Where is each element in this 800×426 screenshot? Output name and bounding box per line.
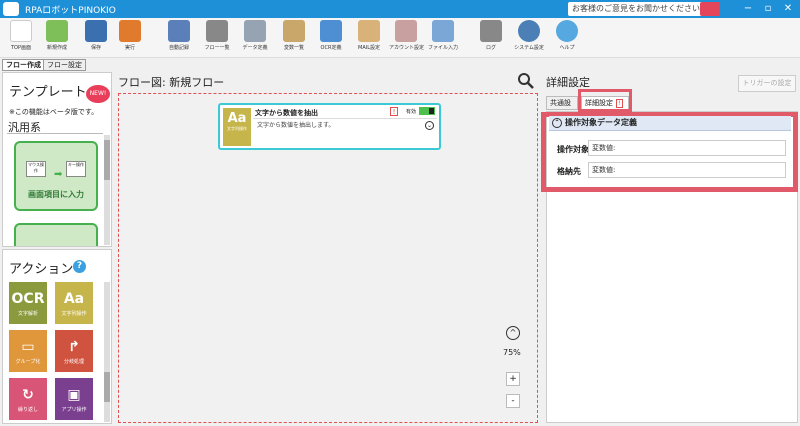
main-toolbar: TOP画面 新規作成 保存 実行 自動記録 フロー一覧 データ定義 変数一覧 O…: [0, 18, 800, 58]
template-card-input[interactable]: マウス操作 ➡ キー操作 画面項目に入力: [14, 141, 98, 211]
feedback-link[interactable]: お客様のご意見をお聞かせください: [568, 2, 704, 16]
category-divider: [7, 133, 103, 134]
download-icon: [432, 20, 454, 42]
flow-canvas[interactable]: Aa 文字列操作 文字から数値を抽出 ! 有効 文字から数値を抽出します。 ⌄: [118, 93, 538, 423]
destination-field[interactable]: 変数値:: [588, 162, 786, 178]
warning-icon: !: [390, 107, 398, 116]
log-icon: [480, 20, 502, 42]
action-help-icon[interactable]: ?: [73, 260, 86, 273]
data-definition-button[interactable]: データ定義: [238, 20, 272, 56]
tab-highlight: [578, 89, 632, 112]
flow-node[interactable]: Aa 文字列操作 文字から数値を抽出 ! 有効 文字から数値を抽出します。 ⌄: [218, 103, 441, 150]
action-tile-string[interactable]: Aa 文字列操作: [55, 282, 93, 324]
thumbs-down-icon[interactable]: [700, 2, 720, 16]
mouse-icon: マウス操作: [26, 161, 46, 177]
close-button[interactable]: ✕: [780, 2, 796, 16]
node-status-label: 有効: [406, 109, 417, 115]
log-button[interactable]: ログ: [474, 20, 508, 56]
chevron-up-icon[interactable]: ⌃: [552, 118, 562, 128]
action-panel: アクション ? OCR 文字解析 Aa 文字列操作 ▭ グループ化 ↱ 分岐処理 ↻ 繰り…: [2, 249, 112, 424]
maximize-button[interactable]: ▫: [760, 2, 776, 16]
system-settings-button[interactable]: システム設定: [512, 20, 546, 56]
gear-icon: [518, 20, 540, 42]
tab-flow-settings[interactable]: フロー設定: [43, 59, 86, 71]
box-icon: [283, 20, 305, 42]
target-label: 操作対象: [557, 145, 589, 154]
variable-list-button[interactable]: 変数一覧: [277, 20, 311, 56]
zoom-out-button[interactable]: -: [506, 394, 520, 408]
action-tile-loop[interactable]: ↻ 繰り返し: [9, 378, 47, 420]
chevron-down-icon[interactable]: ⌄: [425, 121, 434, 130]
chevron-up-icon[interactable]: ^: [506, 326, 520, 340]
mail-icon: [358, 20, 380, 42]
top-screen-button[interactable]: TOP画面: [4, 20, 38, 56]
action-tile-branch[interactable]: ↱ 分岐処理: [55, 330, 93, 372]
record-icon: [168, 20, 190, 42]
template-scrollbar[interactable]: [104, 135, 110, 245]
auto-record-button[interactable]: 自動記録: [162, 20, 196, 56]
node-divider: [253, 118, 437, 119]
zoom-level: 75%: [503, 348, 521, 357]
flow-list-button[interactable]: フロー一覧: [200, 20, 234, 56]
destination-label: 格納先: [557, 167, 581, 176]
app-logo-icon: [3, 2, 19, 16]
account-settings-button[interactable]: アカウント設定: [389, 20, 424, 56]
list-icon: [206, 20, 228, 42]
target-field[interactable]: 変数値:: [588, 140, 786, 156]
minimize-button[interactable]: −: [740, 2, 756, 16]
action-title: アクション: [9, 262, 74, 277]
save-button[interactable]: 保存: [79, 20, 113, 56]
tab-common-settings[interactable]: 共通設定: [546, 96, 578, 120]
keyboard-icon: キー操作: [66, 161, 86, 177]
template-title: テンプレート: [9, 85, 87, 100]
database-icon: [244, 20, 266, 42]
new-button[interactable]: 新規作成: [40, 20, 74, 56]
action-tile-ocr[interactable]: OCR 文字解析: [9, 282, 47, 324]
section-header[interactable]: ⌃ 操作対象データ定義: [549, 116, 791, 131]
template-caption: 画面項目に入力: [28, 190, 84, 199]
detail-title: 詳細設定: [546, 76, 590, 89]
search-icon[interactable]: [517, 72, 535, 90]
node-name: 文字から数値を抽出: [255, 109, 318, 117]
home-icon: [10, 20, 32, 42]
zoom-in-button[interactable]: +: [506, 372, 520, 386]
action-tile-group[interactable]: ▭ グループ化: [9, 330, 47, 372]
mail-settings-button[interactable]: MAIL設定: [352, 20, 386, 56]
action-scroll-thumb[interactable]: [104, 372, 110, 402]
beta-note: ※この機能はベータ版です。: [9, 108, 99, 116]
title-bar: RPAロボットPINOKIO お客様のご意見をお聞かせください − ▫ ✕: [0, 0, 800, 18]
save-icon: [85, 20, 107, 42]
file-input-button[interactable]: ファイル入力: [426, 20, 460, 56]
string-operation-icon: Aa 文字列操作: [223, 108, 251, 146]
new-badge: NEW!: [86, 85, 110, 103]
help-button[interactable]: ヘルプ: [550, 20, 584, 56]
node-enable-toggle[interactable]: [419, 107, 435, 115]
trigger-settings-button[interactable]: トリガーの設定: [738, 75, 796, 92]
play-icon: [119, 20, 141, 42]
action-scrollbar[interactable]: [104, 282, 110, 422]
new-file-icon: [46, 20, 68, 42]
flow-title: フロー図: 新規フロー: [118, 76, 225, 89]
arrow-right-icon: ➡: [54, 169, 63, 180]
action-tile-app[interactable]: ▣ アプリ操作: [55, 378, 93, 420]
template-panel: テンプレート NEW! ※この機能はベータ版です。 汎用系 マウス操作 ➡ キー…: [2, 72, 112, 247]
help-icon: [556, 20, 578, 42]
window-title: RPAロボットPINOKIO: [25, 5, 116, 16]
ocr-definition-button[interactable]: OCR定義: [314, 20, 348, 56]
tab-flow-create[interactable]: フロー作成: [2, 59, 45, 71]
account-icon: [395, 20, 417, 42]
node-description: 文字から数値を抽出します。: [257, 122, 335, 129]
template-card-2[interactable]: [14, 223, 98, 246]
folder-icon: [320, 20, 342, 42]
template-scroll-thumb[interactable]: [104, 140, 110, 180]
run-button[interactable]: 実行: [113, 20, 147, 56]
